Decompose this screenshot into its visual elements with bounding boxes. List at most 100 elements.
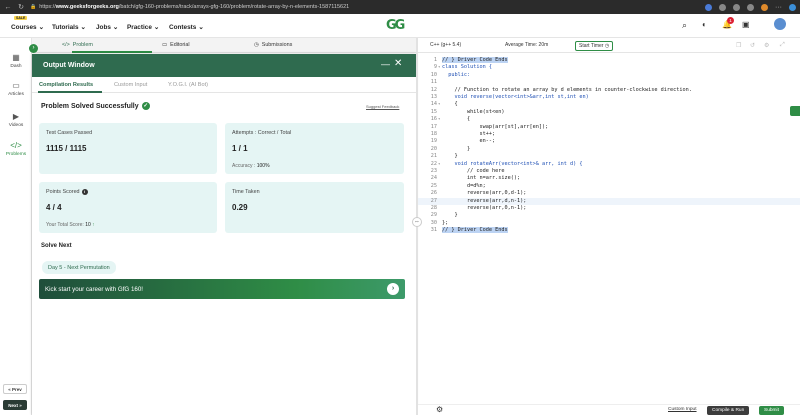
prev-button[interactable]: « Prev: [3, 384, 27, 394]
code-line[interactable]: 10 public:: [418, 72, 800, 79]
line-number: 13: [430, 94, 437, 100]
menu-tutorials[interactable]: Tutorials ⌄: [52, 23, 86, 32]
code-line[interactable]: 26 reverse(arr,0,d-1);: [418, 190, 800, 197]
code-line[interactable]: 27 reverse(arr,d,n-1);: [418, 197, 800, 205]
read-aloud-icon[interactable]: [719, 3, 726, 11]
code-line[interactable]: 24 int n=arr.size();: [418, 175, 800, 182]
code-line[interactable]: 1 // } Driver Code Ends: [418, 57, 800, 64]
code-line[interactable]: 25 d=d%n;: [418, 183, 800, 190]
line-number: 23: [430, 168, 437, 174]
clock-icon: ◷: [604, 43, 610, 49]
gfg-logo[interactable]: GG: [386, 18, 405, 33]
code-line[interactable]: 14 ▾ {: [418, 101, 800, 108]
next-button[interactable]: Next »: [3, 400, 27, 410]
sidebar-item-articles[interactable]: ▭ Articles: [0, 81, 32, 97]
next-problem-chip[interactable]: Day 5 - Next Permutation: [42, 261, 116, 274]
code-line[interactable]: 19 en--;: [418, 138, 800, 145]
points-label: Points Scored i: [46, 189, 88, 195]
theme-toggle-icon[interactable]: ◐: [702, 20, 707, 29]
code-line[interactable]: 9 ▾ class Solution {: [418, 64, 800, 71]
gfg160-banner[interactable]: Kick start your career with GfG 160! ›: [39, 279, 405, 299]
code-line[interactable]: 18 st++;: [418, 131, 800, 138]
line-number: 1: [433, 57, 437, 63]
menu-practice[interactable]: Practice ⌄: [127, 23, 159, 32]
problem-tabs: </> Problem ▭ Editorial ◷ Submissions: [32, 38, 416, 53]
submit-button[interactable]: Submit: [759, 406, 784, 415]
copy-icon[interactable]: ❐: [736, 42, 741, 49]
output-window-title: Output Window: [43, 62, 95, 69]
menu-courses[interactable]: Courses ⌄: [11, 23, 44, 32]
refresh-icon[interactable]: ↻: [17, 3, 25, 11]
code-line[interactable]: 20 }: [418, 146, 800, 153]
sidebar-item-problems[interactable]: </> Problems: [0, 141, 32, 157]
code-line[interactable]: 22 ▾ void rotateArr(vector<int>& arr, int…: [418, 161, 800, 168]
menu-contests[interactable]: Contests ⌄: [169, 23, 204, 32]
more-icon[interactable]: ···: [775, 4, 782, 11]
code-line[interactable]: 31 // } Driver Code Ends: [418, 227, 800, 234]
code-line[interactable]: 11: [418, 79, 800, 86]
extension-icon[interactable]: [705, 3, 712, 11]
code-text: st++;: [442, 131, 496, 137]
code-text: void reverse(vector<int>&arr,int st,int …: [442, 94, 589, 100]
minimize-icon[interactable]: —: [381, 59, 390, 69]
tab-compilation-results[interactable]: Compilation Results: [39, 82, 93, 88]
code-line[interactable]: 17 swap(arr[st],arr[en]);: [418, 124, 800, 131]
tab-editorial[interactable]: ▭ Editorial: [162, 42, 190, 48]
user-avatar[interactable]: [774, 18, 786, 30]
points-card: Points Scored i 4 / 4 Your Total Score: 1…: [39, 182, 217, 233]
fold-icon[interactable]: ▾: [438, 64, 440, 69]
code-line[interactable]: 28 reverse(arr,0,n-1);: [418, 205, 800, 212]
solve-next-heading: Solve Next: [41, 243, 72, 249]
browser-toolbar: ← ↻ 🔒 https://www.geeksforgeeks.org/batc…: [0, 0, 800, 14]
active-tab-indicator: [38, 91, 102, 93]
tab-problem[interactable]: </> Problem: [62, 42, 93, 48]
copilot-icon[interactable]: [789, 3, 796, 11]
profile-avatar[interactable]: [761, 3, 768, 11]
code-line[interactable]: 12 // Function to rotate an array by d e…: [418, 87, 800, 94]
compile-run-button[interactable]: Compile & Run: [707, 406, 750, 415]
custom-input-link[interactable]: Custom Input: [668, 407, 697, 412]
test-cases-label: Test Cases Passed: [46, 130, 93, 136]
bookmark-icon[interactable]: ▣: [742, 20, 750, 29]
code-line[interactable]: 15 while(st<en): [418, 109, 800, 116]
search-icon[interactable]: ⌕: [682, 20, 687, 31]
fold-icon[interactable]: ▾: [438, 116, 440, 121]
language-select[interactable]: C++ (g++ 5.4): [430, 42, 461, 48]
fold-icon[interactable]: ▾: [438, 161, 440, 166]
suggest-feedback-link[interactable]: Suggest Feedback: [366, 104, 399, 109]
expand-sidebar-icon[interactable]: ›: [29, 44, 38, 53]
info-icon[interactable]: i: [81, 189, 88, 195]
line-number: 17: [430, 123, 437, 130]
code-line[interactable]: 29 }: [418, 212, 800, 219]
favorite-icon[interactable]: [733, 3, 740, 11]
start-timer-button[interactable]: Start Timer ◷: [575, 41, 614, 51]
back-icon[interactable]: ←: [4, 4, 12, 11]
tab-custom-input[interactable]: Custom Input: [114, 82, 147, 88]
line-number: 22: [430, 160, 437, 167]
sidebar-item-dash[interactable]: ▦ Dash: [0, 53, 32, 69]
code-line[interactable]: 23 // code here: [418, 168, 800, 175]
code-line[interactable]: 21 }: [418, 153, 800, 160]
chat-icon[interactable]: [790, 106, 800, 116]
menu-jobs[interactable]: Jobs ⌄: [96, 23, 118, 32]
address-bar[interactable]: 🔒 https://www.geeksforgeeks.org/batch/gf…: [30, 4, 349, 10]
code-text: // } Driver Code Ends: [442, 57, 508, 63]
collections-icon[interactable]: [747, 3, 754, 11]
tab-yogi-bot[interactable]: Y.O.G.I. (AI Bot): [168, 82, 208, 88]
sidebar-item-videos[interactable]: ▶ Videos: [0, 112, 32, 128]
line-number: 20: [430, 145, 437, 152]
code-editor[interactable]: 1 // } Driver Code Ends 9 ▾ class Solution {…: [418, 54, 800, 404]
code-line[interactable]: 30};: [418, 220, 800, 227]
tab-submissions[interactable]: ◷ Submissions: [254, 42, 292, 48]
code-line[interactable]: 16 ▾ {: [418, 116, 800, 123]
code-text: };: [442, 219, 449, 226]
code-line[interactable]: 13 void reverse(vector<int>&arr,int st,i…: [418, 94, 800, 101]
line-number: 31: [430, 227, 437, 234]
settings-icon[interactable]: ⚙: [764, 42, 769, 49]
close-icon[interactable]: ✕: [394, 58, 402, 69]
settings-icon[interactable]: ⚙: [436, 405, 443, 414]
fullscreen-icon[interactable]: ⤢: [780, 42, 785, 49]
arrow-right-icon[interactable]: ›: [387, 283, 399, 295]
reset-icon[interactable]: ↺: [750, 42, 755, 49]
fold-icon[interactable]: ▾: [438, 101, 440, 106]
